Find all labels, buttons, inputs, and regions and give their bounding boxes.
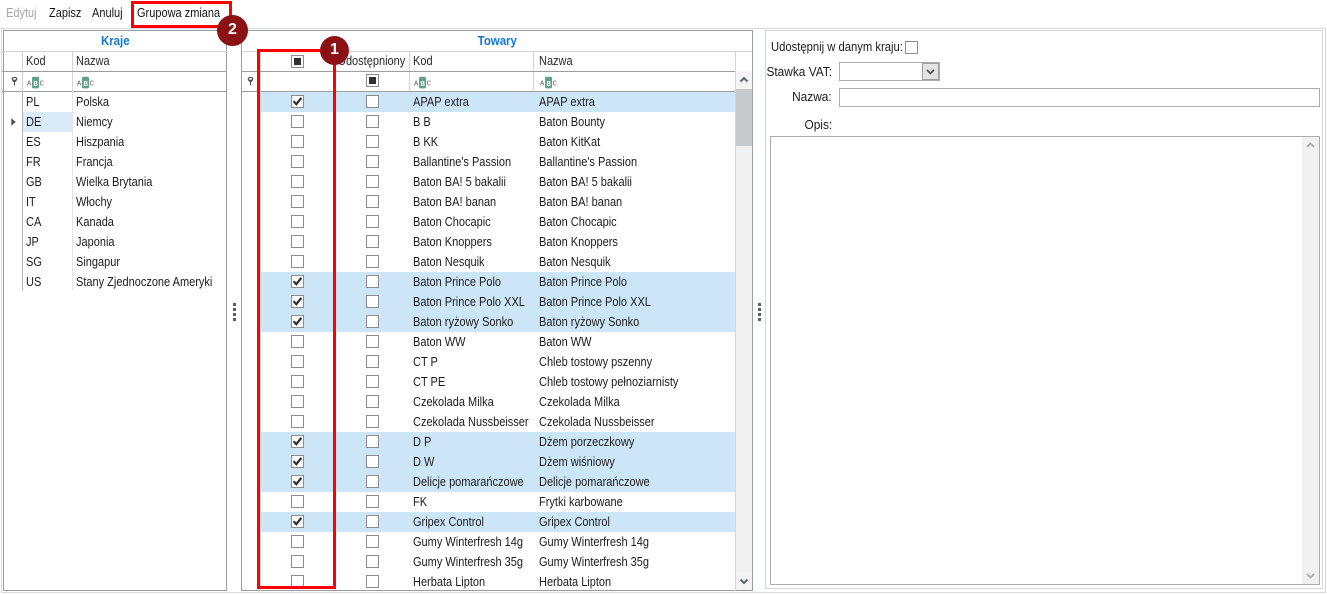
svg-text:B: B [83, 81, 88, 89]
svg-text:C: C [40, 81, 44, 89]
svg-text:A: A [77, 81, 82, 89]
svg-text:B: B [546, 81, 551, 89]
svg-text:A: A [540, 81, 545, 89]
svg-text:C: C [553, 81, 557, 89]
svg-text:C: C [90, 81, 94, 89]
svg-text:A: A [27, 81, 32, 89]
svg-text:C: C [427, 81, 431, 89]
svg-text:A: A [414, 81, 419, 89]
svg-text:B: B [420, 81, 425, 89]
svg-text:B: B [33, 81, 38, 89]
